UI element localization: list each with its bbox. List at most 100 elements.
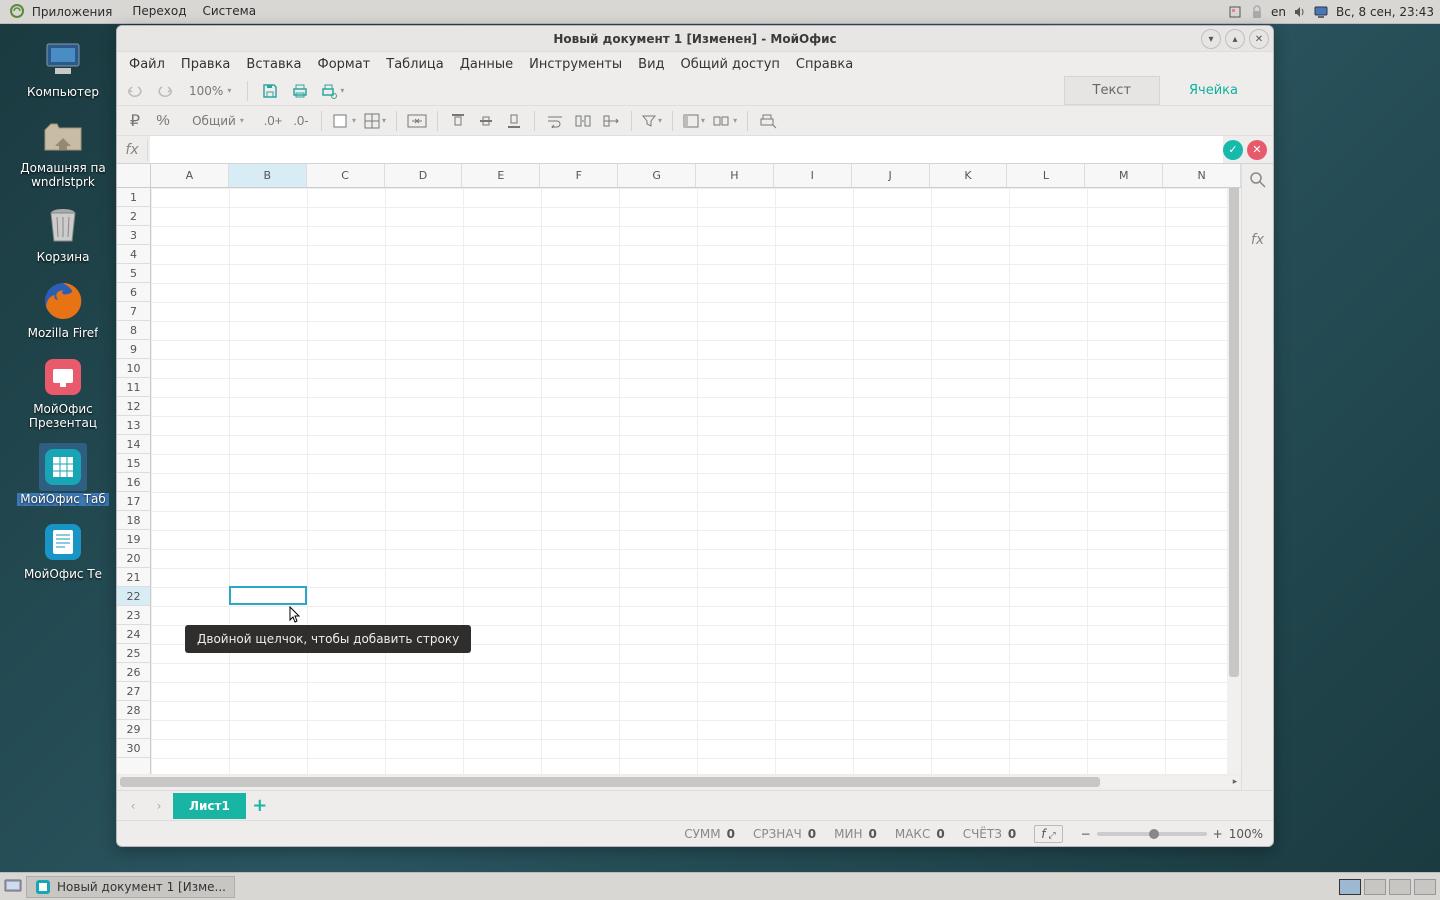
search-icon[interactable] [1246, 168, 1270, 192]
menu-view[interactable]: Вид [632, 55, 670, 74]
workspace-switcher[interactable] [1339, 879, 1436, 895]
save-button[interactable] [258, 79, 282, 103]
row-header-15[interactable]: 15 [117, 454, 150, 473]
row-header-30[interactable]: 30 [117, 739, 150, 758]
zoom-value[interactable]: 100% [1229, 827, 1263, 841]
col-header-N[interactable]: N [1163, 164, 1241, 187]
zoom-slider[interactable] [1097, 832, 1207, 836]
row-header-14[interactable]: 14 [117, 435, 150, 454]
workspace-4[interactable] [1414, 879, 1436, 895]
shrink-text-button[interactable] [571, 109, 595, 133]
align-top-button[interactable] [446, 109, 470, 133]
align-middle-button[interactable] [474, 109, 498, 133]
zoom-in-button[interactable]: + [1213, 827, 1223, 841]
print-titles-button[interactable] [756, 109, 780, 133]
row-header-7[interactable]: 7 [117, 302, 150, 321]
col-header-D[interactable]: D [385, 164, 463, 187]
dec-decimal-button[interactable]: .0- [289, 109, 313, 133]
formula-accept-icon[interactable]: ✓ [1223, 140, 1243, 160]
print-area-button[interactable]: ▾ [318, 79, 346, 103]
redo-button[interactable] [153, 79, 177, 103]
row-header-8[interactable]: 8 [117, 321, 150, 340]
formula-input[interactable] [150, 136, 1223, 163]
volume-icon[interactable] [1292, 4, 1308, 20]
row-header-26[interactable]: 26 [117, 663, 150, 682]
row-header-12[interactable]: 12 [117, 397, 150, 416]
row-header-18[interactable]: 18 [117, 511, 150, 530]
notification-icon[interactable] [1227, 4, 1243, 20]
system-menu[interactable]: Система [199, 2, 261, 21]
fn-indicator[interactable]: f ⤢ [1034, 825, 1062, 843]
menu-table[interactable]: Таблица [380, 55, 450, 74]
select-all-corner[interactable] [117, 164, 151, 188]
fill-color-button[interactable]: ▾ [330, 109, 358, 133]
lock-icon[interactable] [1249, 4, 1265, 20]
print-button[interactable] [288, 79, 312, 103]
keyboard-lang[interactable]: en [1271, 5, 1286, 19]
menu-edit[interactable]: Правка [175, 55, 236, 74]
horizontal-scrollbar[interactable]: ◂ ▸ [117, 774, 1241, 790]
zoom-combo[interactable]: 100%▾ [183, 84, 237, 98]
currency-button[interactable]: ₽ [123, 109, 147, 133]
desktop-icon-home[interactable]: Домашняя па wndrlstprk [8, 112, 118, 190]
row-header-19[interactable]: 19 [117, 530, 150, 549]
row-header-4[interactable]: 4 [117, 245, 150, 264]
col-header-C[interactable]: C [307, 164, 385, 187]
function-panel-icon[interactable]: fx [1246, 228, 1270, 252]
borders-button[interactable]: ▾ [362, 109, 388, 133]
filter-button[interactable]: ▾ [640, 109, 664, 133]
row-header-22[interactable]: 22 [117, 587, 150, 606]
row-header-27[interactable]: 27 [117, 682, 150, 701]
row-header-28[interactable]: 28 [117, 701, 150, 720]
places-menu[interactable]: Переход [128, 2, 190, 21]
desktop-icon-table[interactable]: МойОфис Таб [8, 443, 118, 507]
col-header-B[interactable]: B [229, 164, 307, 187]
menu-file[interactable]: Файл [123, 55, 171, 74]
next-sheet-button[interactable]: › [147, 794, 171, 818]
desktop-icon-computer[interactable]: Компьютер [8, 36, 118, 100]
wrap-text-button[interactable] [543, 109, 567, 133]
spreadsheet-grid[interactable]: ABCDEFGHIJKLMN 1234567891011121314151617… [117, 164, 1241, 774]
apps-menu[interactable]: Приложения [6, 2, 120, 21]
workspace-2[interactable] [1364, 879, 1386, 895]
selected-cell[interactable] [229, 586, 307, 605]
col-header-L[interactable]: L [1007, 164, 1085, 187]
desktop-icon-text[interactable]: МойОфис Те [8, 518, 118, 582]
freeze-panes-button[interactable]: ▾ [681, 109, 707, 133]
cells-area[interactable]: Двойной щелчок, чтобы добавить строку [151, 188, 1241, 774]
merge-cells-button[interactable] [405, 109, 429, 133]
row-header-23[interactable]: 23 [117, 606, 150, 625]
add-sheet-button[interactable]: + [248, 794, 272, 818]
desktop-icon-present[interactable]: МойОфис Презентац [8, 353, 118, 431]
row-header-21[interactable]: 21 [117, 568, 150, 587]
row-header-25[interactable]: 25 [117, 644, 150, 663]
col-header-M[interactable]: M [1085, 164, 1163, 187]
workspace-1[interactable] [1339, 879, 1361, 895]
col-header-A[interactable]: A [151, 164, 229, 187]
desktop-icon-firefox[interactable]: Mozilla Firef [8, 277, 118, 341]
side-tab-text[interactable]: Текст [1064, 76, 1161, 105]
scroll-right-icon[interactable]: ▸ [1229, 774, 1241, 790]
row-header-13[interactable]: 13 [117, 416, 150, 435]
row-header-17[interactable]: 17 [117, 492, 150, 511]
menu-insert[interactable]: Вставка [240, 55, 307, 74]
menu-tools[interactable]: Инструменты [523, 55, 628, 74]
menu-data[interactable]: Данные [454, 55, 519, 74]
column-headers[interactable]: ABCDEFGHIJKLMN [151, 164, 1241, 188]
show-desktop-button[interactable] [4, 877, 22, 896]
row-header-9[interactable]: 9 [117, 340, 150, 359]
close-button[interactable]: ✕ [1249, 29, 1269, 49]
menu-share[interactable]: Общий доступ [675, 55, 786, 74]
percent-button[interactable]: % [151, 109, 175, 133]
row-header-24[interactable]: 24 [117, 625, 150, 644]
sheet-tab-active[interactable]: Лист1 [173, 793, 246, 819]
formula-cancel-icon[interactable]: ✕ [1247, 140, 1267, 160]
menu-format[interactable]: Формат [312, 55, 377, 74]
row-header-6[interactable]: 6 [117, 283, 150, 302]
zoom-out-button[interactable]: − [1081, 827, 1091, 841]
row-header-2[interactable]: 2 [117, 207, 150, 226]
minimize-button[interactable]: ▾ [1201, 29, 1221, 49]
col-header-E[interactable]: E [462, 164, 540, 187]
row-header-20[interactable]: 20 [117, 549, 150, 568]
side-tab-cell[interactable]: Ячейка [1160, 76, 1267, 105]
